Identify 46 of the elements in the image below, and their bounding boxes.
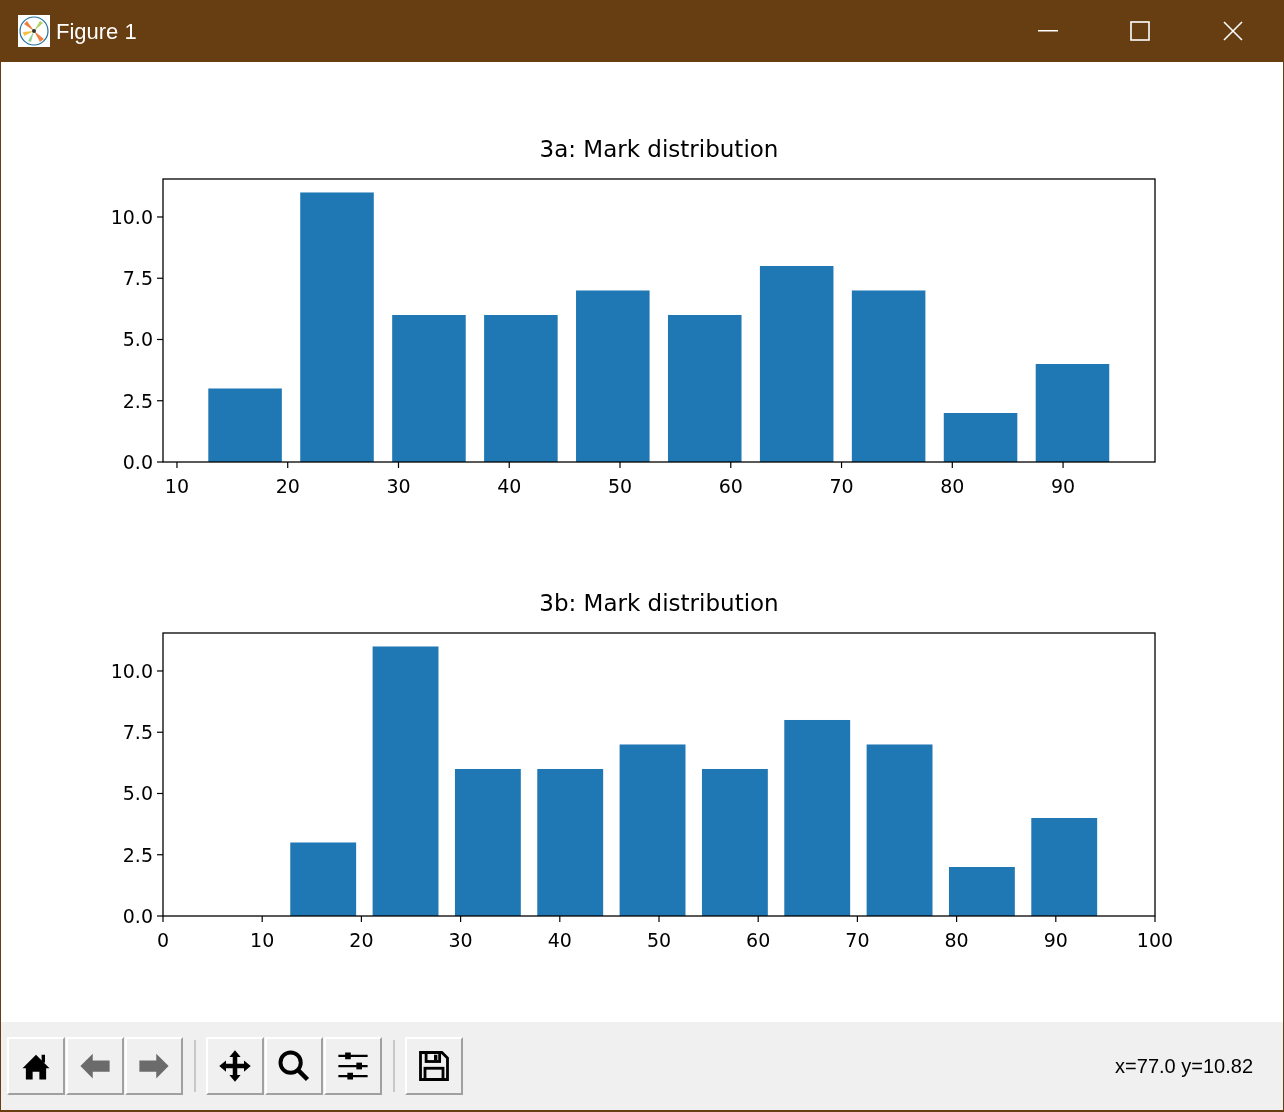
tick-label: 60 xyxy=(718,475,743,497)
tick-label: 90 xyxy=(1043,929,1068,951)
save-button[interactable] xyxy=(405,1037,463,1095)
tick-label: 2.5 xyxy=(122,843,153,866)
tick-label: 70 xyxy=(829,475,854,497)
tick-label: 100 xyxy=(1136,929,1174,951)
minimize-icon[interactable] xyxy=(1038,30,1058,32)
close-icon[interactable] xyxy=(1223,21,1243,41)
tick-label: 2.5 xyxy=(122,389,153,412)
tick-label: 80 xyxy=(940,475,965,497)
tick-label: 90 xyxy=(1050,475,1076,497)
bar xyxy=(948,867,1015,916)
chart-title: 3b: Mark distribution xyxy=(539,590,779,616)
tick-label: 40 xyxy=(497,475,522,497)
tick-label: 50 xyxy=(607,475,633,497)
home-button[interactable] xyxy=(7,1037,65,1095)
configure-button[interactable] xyxy=(324,1037,382,1095)
cursor-coordinates: x=77.0 y=10.82 xyxy=(1115,1054,1253,1079)
move-arrows-icon xyxy=(217,1048,253,1084)
search-icon xyxy=(276,1048,312,1084)
tick-label: 60 xyxy=(746,929,771,951)
tick-label: 20 xyxy=(275,475,300,497)
tick-label: 10 xyxy=(164,475,190,497)
tick-label: 5.0 xyxy=(122,782,153,805)
pan-button[interactable] xyxy=(206,1037,264,1095)
zoom-button[interactable] xyxy=(265,1037,323,1095)
tick-label: 30 xyxy=(386,475,411,497)
tick-label: 7.5 xyxy=(122,721,153,744)
tick-label: 40 xyxy=(547,929,572,951)
tick-label: 70 xyxy=(845,929,870,951)
tick-label: 10 xyxy=(250,929,275,951)
tick-label: 0.0 xyxy=(122,451,153,473)
tick-label: 10.0 xyxy=(110,660,153,682)
tick-label: 50 xyxy=(646,929,672,951)
app-icon xyxy=(18,15,50,47)
tick-label: 20 xyxy=(349,929,374,951)
chart-title: 3a: Mark distribution xyxy=(539,136,779,162)
tick-label: 30 xyxy=(448,929,473,951)
tick-label: 10.0 xyxy=(110,206,153,228)
tick-label: 0 xyxy=(156,929,170,951)
tick-label: 7.5 xyxy=(122,267,153,290)
tick-label: 0.0 xyxy=(122,905,153,927)
window-title: Figure 1 xyxy=(56,17,137,46)
tick-label: 5.0 xyxy=(122,328,153,351)
maximize-icon[interactable] xyxy=(1130,21,1150,41)
tick-label: 80 xyxy=(944,929,969,951)
